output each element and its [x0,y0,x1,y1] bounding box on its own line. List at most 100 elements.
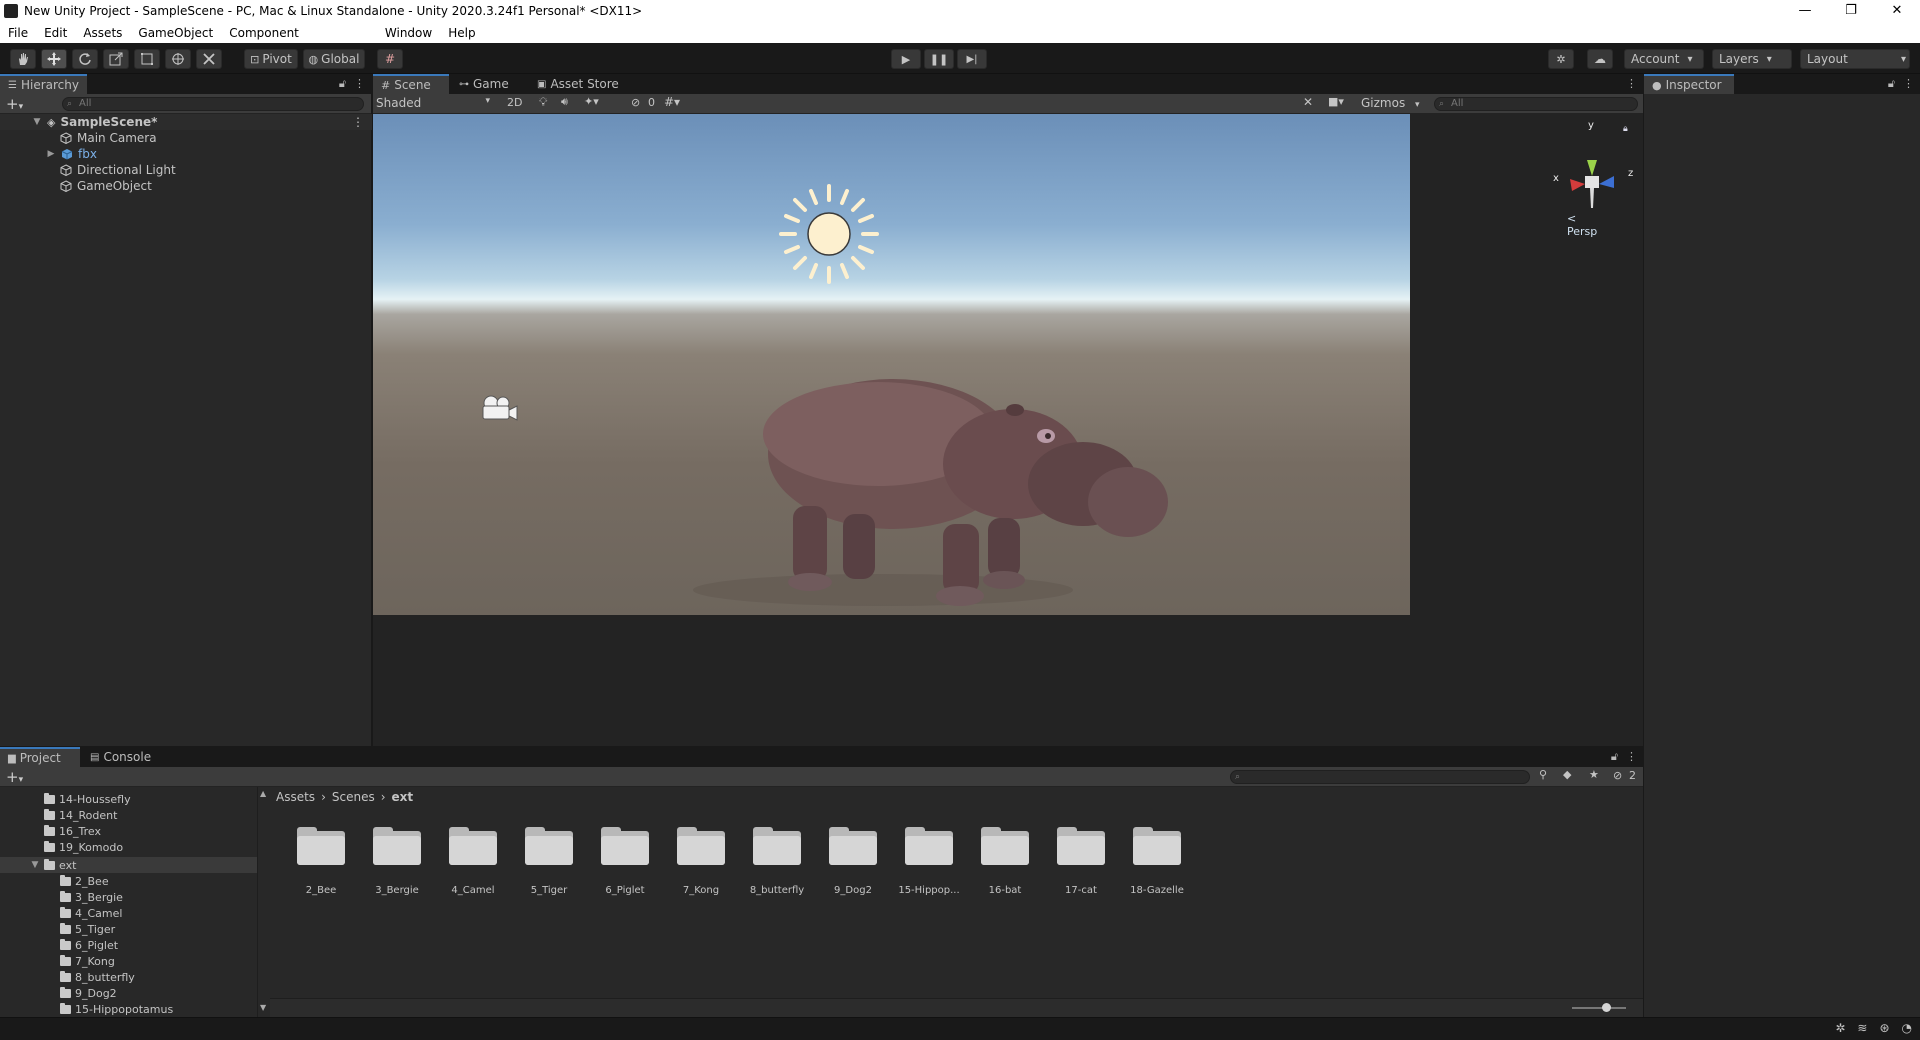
layers-dropdown[interactable]: Layers [1712,49,1792,69]
folder-item[interactable]: 9_Dog2 [822,827,884,897]
tab-project[interactable]: ▆ Project [0,747,80,767]
tree-folder[interactable]: 4_Camel [60,907,122,920]
tree-folder[interactable]: 15-Hippopotamus [60,1003,173,1016]
folder-item[interactable]: 18-Gazelle [1126,827,1188,897]
pause-button[interactable]: ❚❚ [924,49,954,69]
shading-mode-dropdown[interactable]: Shaded ▾ [376,96,494,112]
minimize-button[interactable]: — [1782,0,1828,22]
search-by-type-icon[interactable]: ⚲ [1539,768,1547,781]
tree-folder[interactable]: 19_Komodo [44,841,123,854]
menu-component[interactable]: Component [221,26,307,40]
hidden-objects-icon[interactable]: ⊘ [631,96,640,109]
camera-dropdown-icon[interactable]: ■▾ [1328,95,1344,108]
tree-folder[interactable]: 9_Dog2 [60,987,117,1000]
hand-tool-button[interactable] [10,49,36,69]
folder-item[interactable]: 17-cat [1050,827,1112,897]
transform-tool-button[interactable] [165,49,191,69]
tab-scene[interactable]: # Scene [373,74,449,94]
create-dropdown[interactable]: +▾ [6,768,23,786]
play-button[interactable]: ▶ [891,49,921,69]
mode-2d-toggle[interactable]: 2D [507,96,522,109]
restore-button[interactable]: ❐ [1828,0,1874,22]
lighting-toggle-icon[interactable]: 💡︎ [539,95,547,110]
tab-game[interactable]: ⊶ Game [451,74,517,94]
breadcrumb-scenes[interactable]: Scenes [332,790,375,804]
folder-item[interactable]: 15-Hippop... [898,827,960,897]
scale-tool-button[interactable] [103,49,129,69]
tab-console[interactable]: ▤ Console [82,747,159,767]
hierarchy-item-fbx[interactable]: ▶ fbx [46,146,97,162]
move-tool-button[interactable] [41,49,67,69]
custom-tool-button[interactable] [196,49,222,69]
folder-item[interactable]: 2_Bee [290,827,352,897]
expand-arrow-icon[interactable]: ▼ [32,117,42,127]
scene-orientation-gizmo[interactable] [1570,160,1614,208]
global-toggle[interactable]: ◍ Global [303,49,365,69]
audio-toggle-icon[interactable]: 🔊︎ [561,95,568,109]
tab-hierarchy[interactable]: ☰ Hierarchy [0,74,87,94]
kebab-menu-icon[interactable]: ⋮ [1626,77,1637,90]
hierarchy-item-gameobject[interactable]: GameObject [60,178,152,194]
scene-search-input[interactable]: ⌕ All [1434,97,1638,111]
collab-button[interactable]: ✲ [1548,49,1574,69]
expand-arrow-icon[interactable]: ▶ [46,149,56,159]
tree-folder[interactable]: 6_Piglet [60,939,118,952]
create-dropdown[interactable]: +▾ [6,95,23,113]
tab-inspector[interactable]: ● Inspector [1644,74,1734,94]
icon-size-slider[interactable] [1572,1003,1626,1012]
folder-item[interactable]: 16-bat [974,827,1036,897]
menu-help[interactable]: Help [440,26,483,40]
scene-root-row[interactable]: ▼ ◈ SampleScene* ⋮ [0,114,372,130]
slider-thumb[interactable] [1602,1003,1611,1012]
breadcrumb-assets[interactable]: Assets [276,790,315,804]
cache-server-icon[interactable]: ≋ [1857,1021,1867,1035]
grid-toggle-icon[interactable]: #▾ [664,95,680,109]
tree-folder[interactable]: 7_Kong [60,955,115,968]
breadcrumb-ext[interactable]: ext [392,790,414,804]
hierarchy-item-directional-light[interactable]: Directional Light [60,162,176,178]
hierarchy-search-input[interactable]: ⌕ All [62,97,364,111]
effects-dropdown-icon[interactable]: ✦▾ [584,95,599,108]
scene-viewport[interactable]: y x z 🔒︎ < Persp [373,114,1633,615]
favorite-star-icon[interactable]: ★ [1589,768,1599,781]
tree-folder[interactable]: 14-Houssefly [44,793,131,806]
camera-gizmo[interactable] [482,395,518,421]
directional-light-gizmo[interactable] [779,184,879,284]
cloud-button[interactable]: ☁ [1587,49,1613,69]
step-button[interactable]: ▶| [957,49,987,69]
tree-folder[interactable]: 16_Trex [44,825,101,838]
pivot-toggle[interactable]: ⊡ Pivot [244,49,298,69]
folder-item[interactable]: 5_Tiger [518,827,580,897]
expand-arrow-icon[interactable]: ▼ [30,860,40,870]
tree-folder[interactable]: 2_Bee [60,875,109,888]
gizmo-lock-icon[interactable]: 🔒︎ [1623,124,1628,134]
kebab-menu-icon[interactable]: ⋮ [354,77,365,91]
layout-dropdown[interactable]: Layout [1800,49,1910,69]
progress-status-icon[interactable]: ◔ [1902,1021,1912,1035]
lock-icon[interactable]: 🔓︎ [1888,77,1895,91]
debug-mode-icon[interactable]: ⊛ [1879,1021,1889,1035]
folder-item[interactable]: 7_Kong [670,827,732,897]
kebab-menu-icon[interactable]: ⋮ [1903,77,1914,91]
scene-menu-icon[interactable]: ⋮ [352,115,364,129]
folder-item[interactable]: 8_butterfly [746,827,808,897]
tree-folder[interactable]: 5_Tiger [60,923,115,936]
tree-scroll-down-icon[interactable]: ▼ [260,1003,266,1012]
tree-scroll-up-icon[interactable]: ▲ [260,789,266,798]
tree-folder-selected[interactable]: ▼ ext [0,857,257,873]
menu-edit[interactable]: Edit [36,26,75,40]
tree-folder[interactable]: 14_Rodent [44,809,117,822]
folder-item[interactable]: 4_Camel [442,827,504,897]
folder-item[interactable]: 3_Bergie [366,827,428,897]
menu-window[interactable]: Window [377,26,440,40]
gizmos-dropdown[interactable]: Gizmos ▾ [1361,96,1420,110]
folder-item[interactable]: 6_Piglet [594,827,656,897]
project-search-input[interactable]: ⌕ [1230,770,1530,784]
rect-tool-button[interactable] [134,49,160,69]
account-dropdown[interactable]: Account [1624,49,1704,69]
tree-folder[interactable]: 3_Bergie [60,891,123,904]
tools-icon[interactable]: ✕ [1303,95,1313,109]
menu-gameobject[interactable]: GameObject [130,26,221,40]
tree-folder[interactable]: 8_butterfly [60,971,135,984]
label-filter-icon[interactable]: ◆ [1563,768,1571,781]
